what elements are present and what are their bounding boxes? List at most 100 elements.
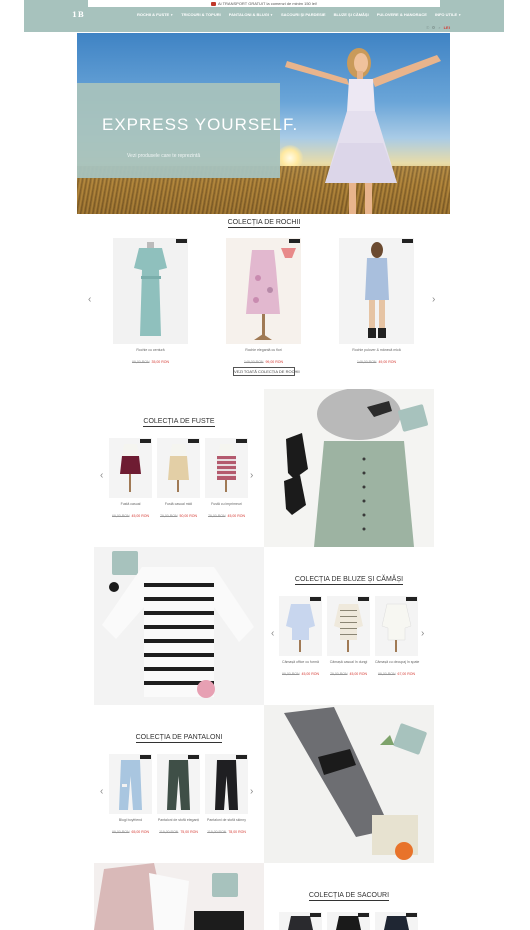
section-title-jackets: COLECȚIA DE SACOURI bbox=[308, 892, 390, 901]
product-image[interactable] bbox=[109, 438, 152, 498]
skirt-beige-image bbox=[168, 444, 189, 492]
dress-teal-image bbox=[134, 242, 167, 336]
nav-item-jackets[interactable]: SACOURI ȘI PARDESIE bbox=[281, 12, 326, 17]
product-name[interactable]: Cămașă office cu formă bbox=[279, 660, 322, 664]
product-image[interactable] bbox=[205, 754, 248, 814]
product-card[interactable]: Fustă casual midi 79,00 RON 50,00 RON bbox=[157, 438, 200, 518]
search-icon[interactable]: ⌕ bbox=[438, 25, 440, 30]
product-price: 149,00 RON 99,00 RON bbox=[244, 360, 283, 364]
site-logo[interactable]: 1B bbox=[72, 10, 85, 19]
product-price: 69,00 RON 45,00 RON bbox=[111, 514, 150, 518]
product-card[interactable]: Pantaloni de stofă skinny 119,00 RON 78,0… bbox=[205, 754, 248, 834]
product-image[interactable] bbox=[375, 596, 418, 656]
product-name[interactable]: Rochie elegantă cu flori bbox=[226, 348, 301, 352]
product-card[interactable] bbox=[327, 912, 370, 930]
product-card[interactable]: Rochie elegantă cu flori 149,00 RON 99,00… bbox=[226, 238, 301, 364]
carousel-next-arrow[interactable]: › bbox=[432, 294, 435, 305]
product-image[interactable] bbox=[113, 238, 188, 344]
carousel-prev-arrow[interactable]: ‹ bbox=[271, 628, 274, 639]
product-image[interactable] bbox=[109, 754, 152, 814]
nav-item-tshirts-tops[interactable]: TRICOURI & TOPURI bbox=[181, 12, 220, 17]
product-name[interactable]: Fustă casual midi bbox=[157, 502, 200, 506]
product-card[interactable] bbox=[375, 912, 418, 930]
brand-badge bbox=[406, 597, 417, 601]
brand-badge bbox=[310, 597, 321, 601]
section-title-skirts: COLECȚIA DE FUSTE bbox=[143, 418, 215, 427]
site-header: Ai TRANSPORT GRATUIT la comenzi de minim… bbox=[24, 0, 504, 32]
jacket-collection-photo[interactable] bbox=[94, 863, 264, 930]
product-name[interactable]: Cămașă cu decupaj în spate bbox=[375, 660, 419, 664]
product-name[interactable]: Blugi boyfriend bbox=[109, 818, 152, 822]
shirt-striped-image bbox=[334, 604, 363, 652]
product-card[interactable]: Rochie pulover & mânecă mică 149,00 RON 4… bbox=[339, 238, 414, 364]
product-name[interactable]: Fustă casual bbox=[109, 502, 152, 506]
promo-text: Ai TRANSPORT GRATUIT la comenzi de minim… bbox=[218, 1, 317, 6]
currency-selector[interactable]: LEI bbox=[444, 25, 450, 30]
phone-icon[interactable]: ✆ bbox=[426, 25, 429, 30]
product-image[interactable] bbox=[327, 912, 370, 930]
brand-badge bbox=[358, 913, 369, 917]
product-price: 79,00 RON 45,00 RON bbox=[207, 514, 246, 518]
product-name[interactable]: Cămașă casual în dungi bbox=[327, 660, 370, 664]
nav-item-blouses[interactable]: BLUZE ȘI CĂMĂȘI bbox=[334, 12, 369, 17]
product-price: 79,00 RON 45,00 RON bbox=[329, 672, 368, 676]
nav-item-dresses-skirts[interactable]: ROCHII & FUSTE▼ bbox=[137, 12, 173, 17]
carousel-prev-arrow[interactable]: ‹ bbox=[88, 294, 91, 305]
product-name[interactable]: Fustă cu imprimeuri bbox=[205, 502, 248, 506]
product-image[interactable] bbox=[226, 238, 301, 344]
promo-bar: Ai TRANSPORT GRATUIT la comenzi de minim… bbox=[88, 0, 440, 7]
brand-badge bbox=[236, 755, 247, 759]
product-card[interactable] bbox=[279, 912, 322, 930]
product-image[interactable] bbox=[339, 238, 414, 344]
product-price: 149,00 RON 49,00 RON bbox=[357, 360, 396, 364]
product-image[interactable] bbox=[157, 438, 200, 498]
section-title-blouses: COLECȚIA DE BLUZE ȘI CĂMĂȘI bbox=[294, 576, 404, 585]
pants-collection-photo[interactable] bbox=[264, 705, 434, 863]
nav-item-sweaters[interactable]: PULOVERE & HANORACE bbox=[377, 12, 427, 17]
brand-badge bbox=[289, 239, 300, 243]
product-price: 99,00 RON 45,00 RON bbox=[281, 672, 320, 676]
product-card[interactable]: Cămașă casual în dungi 79,00 RON 45,00 RO… bbox=[327, 596, 370, 676]
product-image[interactable] bbox=[279, 596, 322, 656]
nav-item-pants-jeans[interactable]: PANTALONI & BLUGI▼ bbox=[229, 12, 273, 17]
product-price: 119,00 RON 78,00 RON bbox=[207, 830, 246, 834]
product-card[interactable]: Fustă cu imprimeuri 79,00 RON 45,00 RON bbox=[205, 438, 248, 518]
product-card[interactable]: Pantaloni de stofă eleganți 119,00 RON 75… bbox=[157, 754, 200, 834]
brand-badge bbox=[402, 239, 413, 243]
product-image[interactable] bbox=[279, 912, 322, 930]
product-price: 99,00 RON 67,00 RON bbox=[377, 672, 416, 676]
product-name[interactable]: Rochie pulover & mânecă mică bbox=[339, 348, 414, 352]
hero-banner[interactable]: EXPRESS YOURSELF. Vezi produsele care te… bbox=[77, 33, 450, 214]
nav-item-info[interactable]: INFO UTILE▼ bbox=[435, 12, 461, 17]
carousel-prev-arrow[interactable]: ‹ bbox=[100, 470, 103, 481]
skirt-collection-photo[interactable] bbox=[264, 389, 434, 547]
brand-badge bbox=[140, 755, 151, 759]
shirt-blue-image bbox=[286, 604, 315, 652]
product-name[interactable]: Rochie cu centură bbox=[113, 348, 188, 352]
product-image[interactable] bbox=[205, 438, 248, 498]
brand-badge bbox=[310, 913, 321, 917]
header-utilities: ✆ ⌕ LEI bbox=[426, 25, 450, 30]
user-icon[interactable] bbox=[432, 26, 436, 29]
grey-pants-flatlay-image bbox=[284, 707, 427, 860]
carousel-next-arrow[interactable]: › bbox=[421, 628, 424, 639]
product-card[interactable]: Fustă casual 69,00 RON 45,00 RON bbox=[109, 438, 152, 518]
product-name[interactable]: Pantaloni de stofă eleganți bbox=[157, 818, 200, 822]
carousel-prev-arrow[interactable]: ‹ bbox=[100, 786, 103, 797]
product-card[interactable]: Cămașă office cu formă 99,00 RON 45,00 RO… bbox=[279, 596, 322, 676]
skirt-striped-image bbox=[217, 444, 236, 492]
brand-badge bbox=[236, 439, 247, 443]
product-card[interactable]: Cămașă cu decupaj în spate 99,00 RON 67,0… bbox=[375, 596, 419, 676]
product-image[interactable] bbox=[327, 596, 370, 656]
carousel-next-arrow[interactable]: › bbox=[250, 470, 253, 481]
view-all-dresses-button[interactable]: VEZI TOATĂ COLECȚIA DE ROCHII bbox=[233, 367, 300, 376]
product-image[interactable] bbox=[157, 754, 200, 814]
brand-badge bbox=[140, 439, 151, 443]
product-card[interactable]: Rochie cu centură 99,00 RON 35,00 RON bbox=[113, 238, 188, 364]
product-card[interactable]: Blugi boyfriend 99,00 RON 65,00 RON bbox=[109, 754, 152, 834]
product-name[interactable]: Pantaloni de stofă skinny bbox=[205, 818, 248, 822]
carousel-next-arrow[interactable]: › bbox=[250, 786, 253, 797]
blouse-collection-photo[interactable] bbox=[94, 547, 264, 705]
product-image[interactable] bbox=[375, 912, 418, 930]
dress-blue-model-image bbox=[365, 242, 389, 338]
